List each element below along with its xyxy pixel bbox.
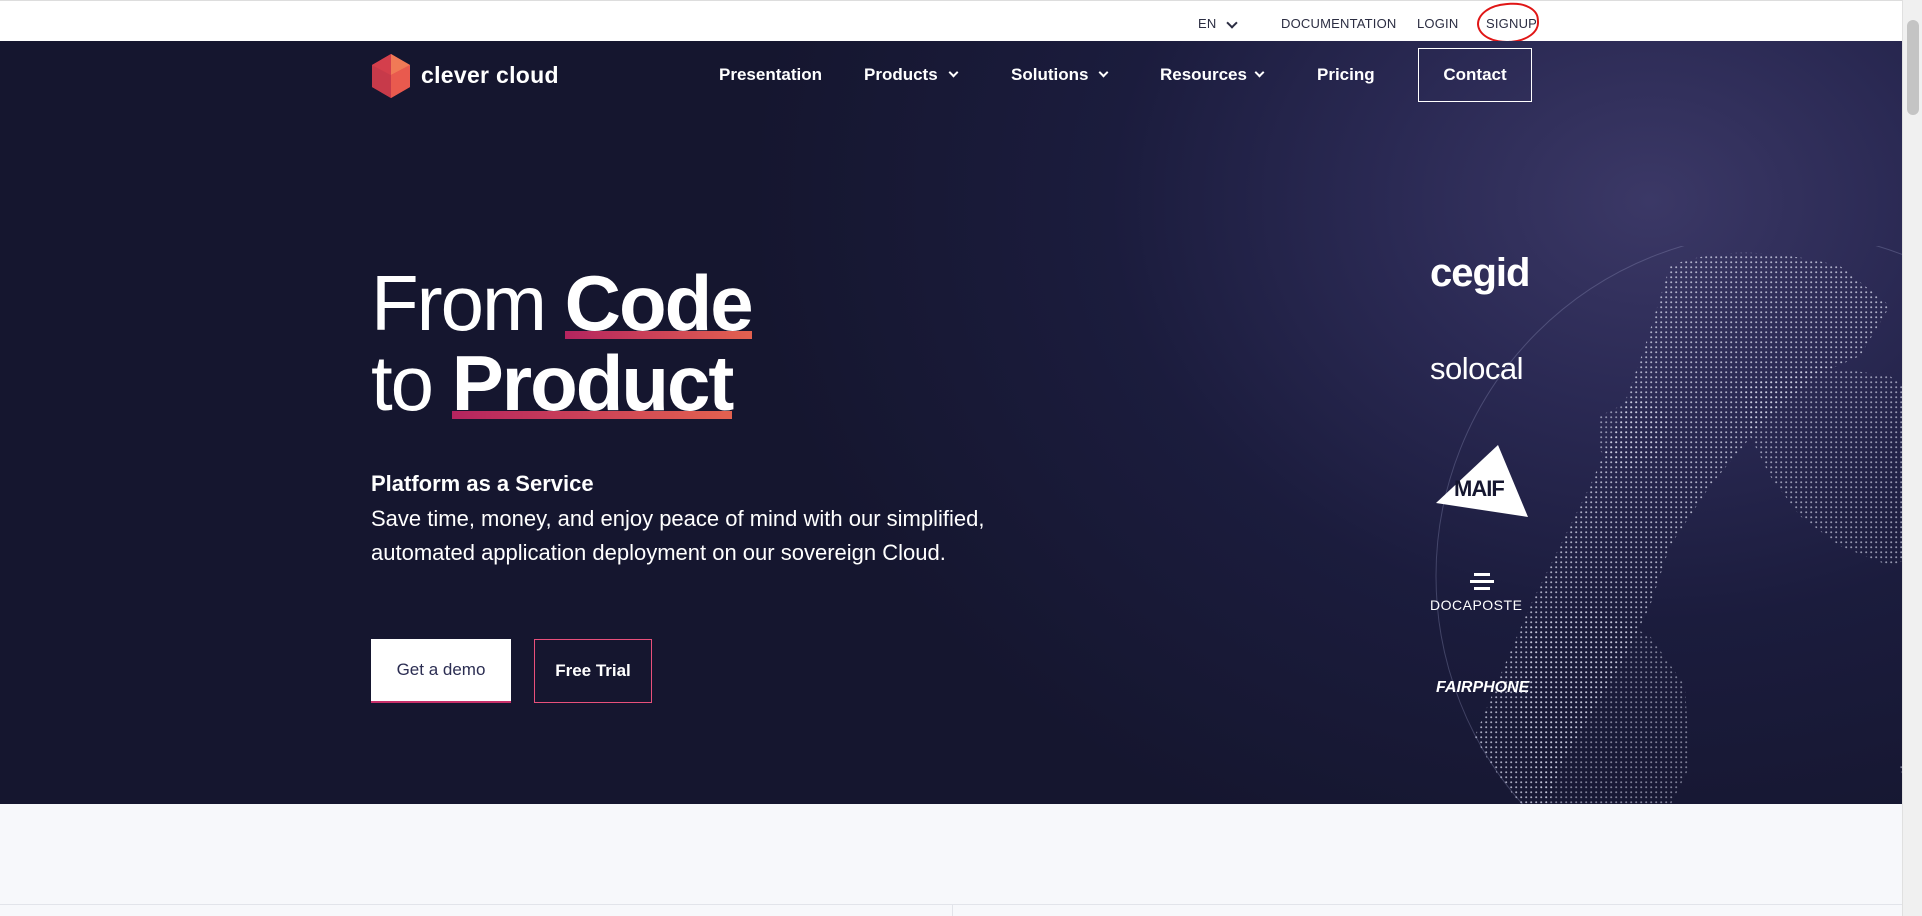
heading-highlight-word: Product [451, 339, 735, 427]
client-logo-solocal: solocal [1430, 351, 1524, 386]
annotation-circle [1475, 0, 1541, 46]
client-logo-maif: MAIF [1454, 476, 1505, 501]
client-logo-docaposte: DOCAPOSTE [1430, 597, 1523, 613]
hero-section: clever cloud Presentation Products Solut… [0, 41, 1902, 804]
client-logo-cegid: cegid [1430, 251, 1530, 295]
nav-presentation[interactable]: Presentation [719, 65, 822, 85]
hero-subtitle: Platform as a Service [371, 471, 594, 496]
heading-word: From [371, 259, 547, 347]
scrollbar[interactable] [1902, 0, 1922, 916]
heading-highlight-word: Code [564, 259, 754, 347]
language-selector[interactable]: EN [1198, 16, 1216, 31]
chevron-down-icon[interactable] [1226, 17, 1238, 29]
contact-button[interactable]: Contact [1418, 48, 1532, 102]
nav-pricing[interactable]: Pricing [1317, 65, 1375, 85]
heading-word: to [371, 339, 434, 427]
get-demo-button[interactable]: Get a demo [371, 639, 511, 703]
docaposte-mark-icon [1470, 573, 1494, 590]
chevron-down-icon[interactable] [948, 67, 959, 78]
nav-resources[interactable]: Resources [1160, 65, 1247, 85]
scrollbar-thumb[interactable] [1907, 20, 1919, 115]
client-logo-fairphone: FAIRPHONE [1436, 679, 1530, 696]
login-link[interactable]: LOGIN [1417, 16, 1458, 31]
hero-description: Save time, money, and enjoy peace of min… [371, 506, 985, 565]
divider [952, 904, 953, 916]
divider [0, 904, 1902, 905]
chevron-down-icon[interactable] [1098, 67, 1109, 78]
next-section [0, 804, 1902, 916]
nav-products[interactable]: Products [864, 65, 938, 85]
globe-illustration [1435, 246, 1902, 804]
hero-heading-line-1: From Code [371, 258, 754, 349]
logo-text[interactable]: clever cloud [421, 62, 559, 89]
free-trial-button[interactable]: Free Trial [534, 639, 652, 703]
hero-heading-line-2: to Product [371, 338, 735, 429]
utility-bar: EN DOCUMENTATION LOGIN SIGNUP [0, 0, 1902, 46]
clever-cloud-logo[interactable] [371, 53, 411, 99]
chevron-down-icon[interactable] [1254, 67, 1265, 78]
nav-solutions[interactable]: Solutions [1011, 65, 1088, 85]
documentation-link[interactable]: DOCUMENTATION [1281, 16, 1397, 31]
